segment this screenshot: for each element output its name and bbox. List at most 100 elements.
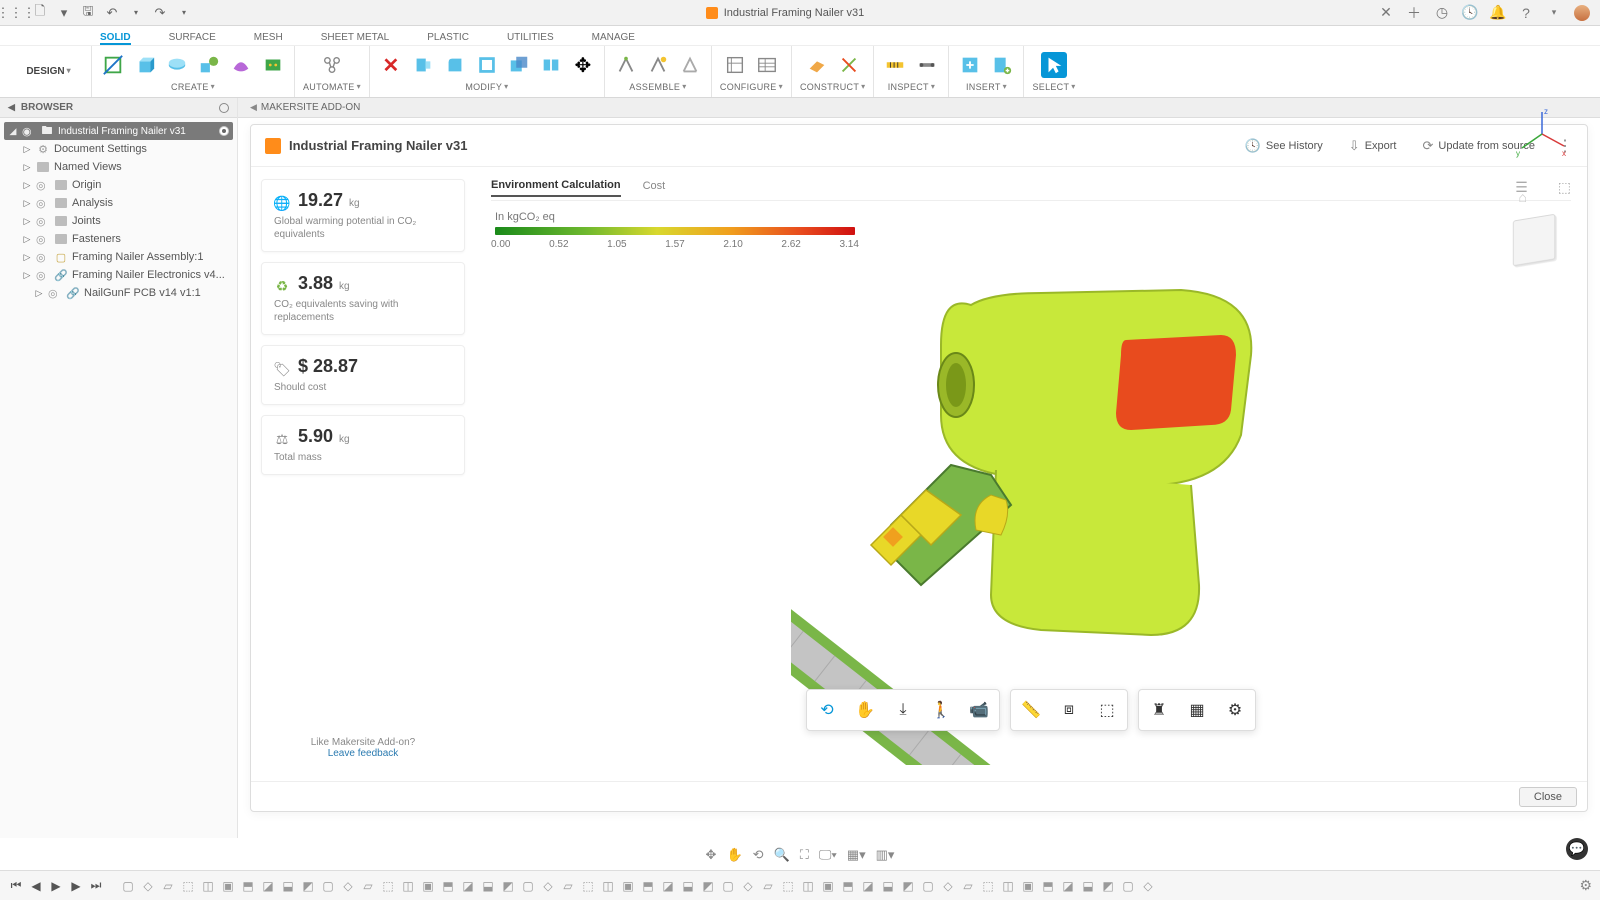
timeline-step[interactable]: ◪ bbox=[260, 878, 276, 894]
feedback-link[interactable]: Leave feedback bbox=[328, 748, 399, 759]
interfere-icon[interactable] bbox=[914, 52, 940, 78]
inspect-label[interactable]: INSPECT bbox=[888, 82, 935, 92]
timeline-step[interactable]: ◫ bbox=[1000, 878, 1016, 894]
timeline-step[interactable]: ▢ bbox=[720, 878, 736, 894]
nav-move-icon[interactable]: ✥ bbox=[706, 847, 717, 863]
configure-label[interactable]: CONFIGURE bbox=[720, 82, 783, 92]
timeline-step[interactable]: ▣ bbox=[820, 878, 836, 894]
workspace-tab-makersite[interactable]: ◀MAKERSITE ADD-ON bbox=[238, 102, 372, 113]
nav-orbit-icon[interactable]: ⟲ bbox=[753, 847, 764, 863]
fillet-icon[interactable] bbox=[442, 52, 468, 78]
timeline-step[interactable]: ▣ bbox=[620, 878, 636, 894]
tree-root-radio[interactable] bbox=[219, 126, 229, 136]
tree-item-docsettings[interactable]: ▷⚙Document Settings bbox=[4, 140, 233, 158]
timeline-step[interactable]: ▢ bbox=[920, 878, 936, 894]
timeline-step[interactable]: ◪ bbox=[1060, 878, 1076, 894]
subtab-environment[interactable]: Environment Calculation bbox=[491, 179, 621, 197]
orbit-icon[interactable]: ⟲ bbox=[813, 696, 841, 724]
settings-icon[interactable]: ⚙ bbox=[1221, 696, 1249, 724]
joint-icon[interactable] bbox=[613, 52, 639, 78]
automate-icon[interactable] bbox=[319, 52, 345, 78]
timeline-step[interactable]: ⬚ bbox=[380, 878, 396, 894]
ruler-icon[interactable]: 📏 bbox=[1017, 696, 1045, 724]
extrude-icon[interactable] bbox=[132, 52, 158, 78]
cube-view-icon[interactable]: ⬚ bbox=[1558, 179, 1571, 196]
stat-card-saving[interactable]: ♻3.88kg CO₂ equivalents saving with repl… bbox=[261, 262, 465, 335]
design-workspace-button[interactable]: DESIGN bbox=[6, 46, 92, 97]
primitive-icon[interactable] bbox=[196, 52, 222, 78]
timeline-step[interactable]: ⬚ bbox=[980, 878, 996, 894]
nav-zoom-icon[interactable]: 🔍 bbox=[774, 847, 790, 863]
pcb-icon[interactable] bbox=[260, 52, 286, 78]
timeline-step[interactable]: ◩ bbox=[1100, 878, 1116, 894]
timeline-step[interactable]: ⬚ bbox=[780, 878, 796, 894]
timeline-step[interactable]: ◪ bbox=[660, 878, 676, 894]
timeline-step[interactable]: ⬚ bbox=[180, 878, 196, 894]
panel-more-icon[interactable]: ⋮ bbox=[1557, 136, 1573, 156]
tree-item-pcb[interactable]: ▷◎🔗NailGunF PCB v14 v1:1 bbox=[4, 284, 233, 302]
timeline-step[interactable]: ▱ bbox=[560, 878, 576, 894]
timeline-step[interactable]: ⬒ bbox=[1040, 878, 1056, 894]
timeline-settings-icon[interactable]: ⚙ bbox=[1579, 877, 1592, 894]
insert-label[interactable]: INSERT bbox=[966, 82, 1007, 92]
camera-icon[interactable]: 📹 bbox=[965, 696, 993, 724]
measure-icon[interactable] bbox=[882, 52, 908, 78]
stat-card-gwp[interactable]: 🌐19.27kg Global warming potential in CO₂… bbox=[261, 179, 465, 252]
tab-plastic[interactable]: PLASTIC bbox=[427, 32, 469, 45]
help-icon[interactable]: ? bbox=[1518, 5, 1534, 21]
timeline-start-icon[interactable]: ⏮ bbox=[8, 878, 24, 894]
nav-grid-icon[interactable]: ▦▾ bbox=[847, 847, 866, 863]
timeline-step[interactable]: ▢ bbox=[1120, 878, 1136, 894]
select-label[interactable]: SELECT bbox=[1032, 82, 1075, 92]
timeline-step[interactable]: ▢ bbox=[120, 878, 136, 894]
timeline-step[interactable]: ◫ bbox=[600, 878, 616, 894]
extensions-icon[interactable]: ◷ bbox=[1434, 5, 1450, 21]
tree-item-fasteners[interactable]: ▷◎Fasteners bbox=[4, 230, 233, 248]
timeline-step[interactable]: ▣ bbox=[420, 878, 436, 894]
timeline-step[interactable]: ⬚ bbox=[580, 878, 596, 894]
browser-options-icon[interactable] bbox=[219, 103, 229, 113]
new-file-icon[interactable]: 🗋 bbox=[32, 5, 48, 21]
tree-icon[interactable]: ♜ bbox=[1145, 696, 1173, 724]
timeline-step[interactable]: ⬒ bbox=[640, 878, 656, 894]
timeline-step[interactable]: ⬓ bbox=[680, 878, 696, 894]
walk-icon[interactable]: 🚶 bbox=[927, 696, 955, 724]
timeline-step[interactable]: ◇ bbox=[540, 878, 556, 894]
timeline-steps[interactable]: ▢◇▱⬚◫▣⬒◪⬓◩▢◇▱⬚◫▣⬒◪⬓◩▢◇▱⬚◫▣⬒◪⬓◩▢◇▱⬚◫▣⬒◪⬓◩… bbox=[120, 878, 1573, 894]
automate-label[interactable]: AUTOMATE bbox=[303, 82, 361, 92]
shell-icon[interactable] bbox=[474, 52, 500, 78]
subtab-cost[interactable]: Cost bbox=[643, 180, 666, 196]
tree-item-origin[interactable]: ▷◎Origin bbox=[4, 176, 233, 194]
timeline-step[interactable]: ▣ bbox=[220, 878, 236, 894]
nav-snap-icon[interactable]: ▥▾ bbox=[876, 847, 895, 863]
stat-card-cost[interactable]: 🏷$ 28.87 Should cost bbox=[261, 345, 465, 405]
redo-dropdown-icon[interactable]: ▾ bbox=[176, 5, 192, 21]
construct-label[interactable]: CONSTRUCT bbox=[800, 82, 866, 92]
timeline-end-icon[interactable]: ⏭ bbox=[88, 878, 104, 894]
tab-mesh[interactable]: MESH bbox=[254, 32, 283, 45]
account-dropdown-icon[interactable]: ▾ bbox=[1546, 5, 1562, 21]
timeline-step[interactable]: ▣ bbox=[1020, 878, 1036, 894]
form-icon[interactable] bbox=[228, 52, 254, 78]
delete-icon[interactable]: ✕ bbox=[378, 52, 404, 78]
undo-icon[interactable]: ↶ bbox=[104, 5, 120, 21]
pressDrag-icon[interactable] bbox=[410, 52, 436, 78]
see-history-button[interactable]: 🕓See History bbox=[1245, 138, 1323, 154]
section-icon[interactable]: ⧈ bbox=[1055, 696, 1083, 724]
lookAt-icon[interactable]: ⤓ bbox=[889, 696, 917, 724]
timeline-step[interactable]: ◪ bbox=[860, 878, 876, 894]
create-label[interactable]: CREATE bbox=[171, 82, 215, 92]
timeline-step[interactable]: ▢ bbox=[320, 878, 336, 894]
move-icon[interactable]: ✥ bbox=[570, 52, 596, 78]
timeline-step[interactable]: ◇ bbox=[740, 878, 756, 894]
config-icon[interactable] bbox=[722, 52, 748, 78]
home-view-icon[interactable]: ⌂ bbox=[1519, 189, 1527, 205]
split-icon[interactable] bbox=[538, 52, 564, 78]
export-button[interactable]: ⇩Export bbox=[1349, 138, 1397, 154]
tree-item-namedviews[interactable]: ▷Named Views bbox=[4, 158, 233, 176]
tab-manage[interactable]: MANAGE bbox=[592, 32, 635, 45]
tab-utilities[interactable]: UTILITIES bbox=[507, 32, 554, 45]
nav-pan-icon[interactable]: ✋ bbox=[726, 847, 742, 863]
view-cube[interactable]: ⌂ bbox=[1503, 209, 1565, 271]
tree-item-assembly[interactable]: ▷◎▢Framing Nailer Assembly:1 bbox=[4, 248, 233, 266]
